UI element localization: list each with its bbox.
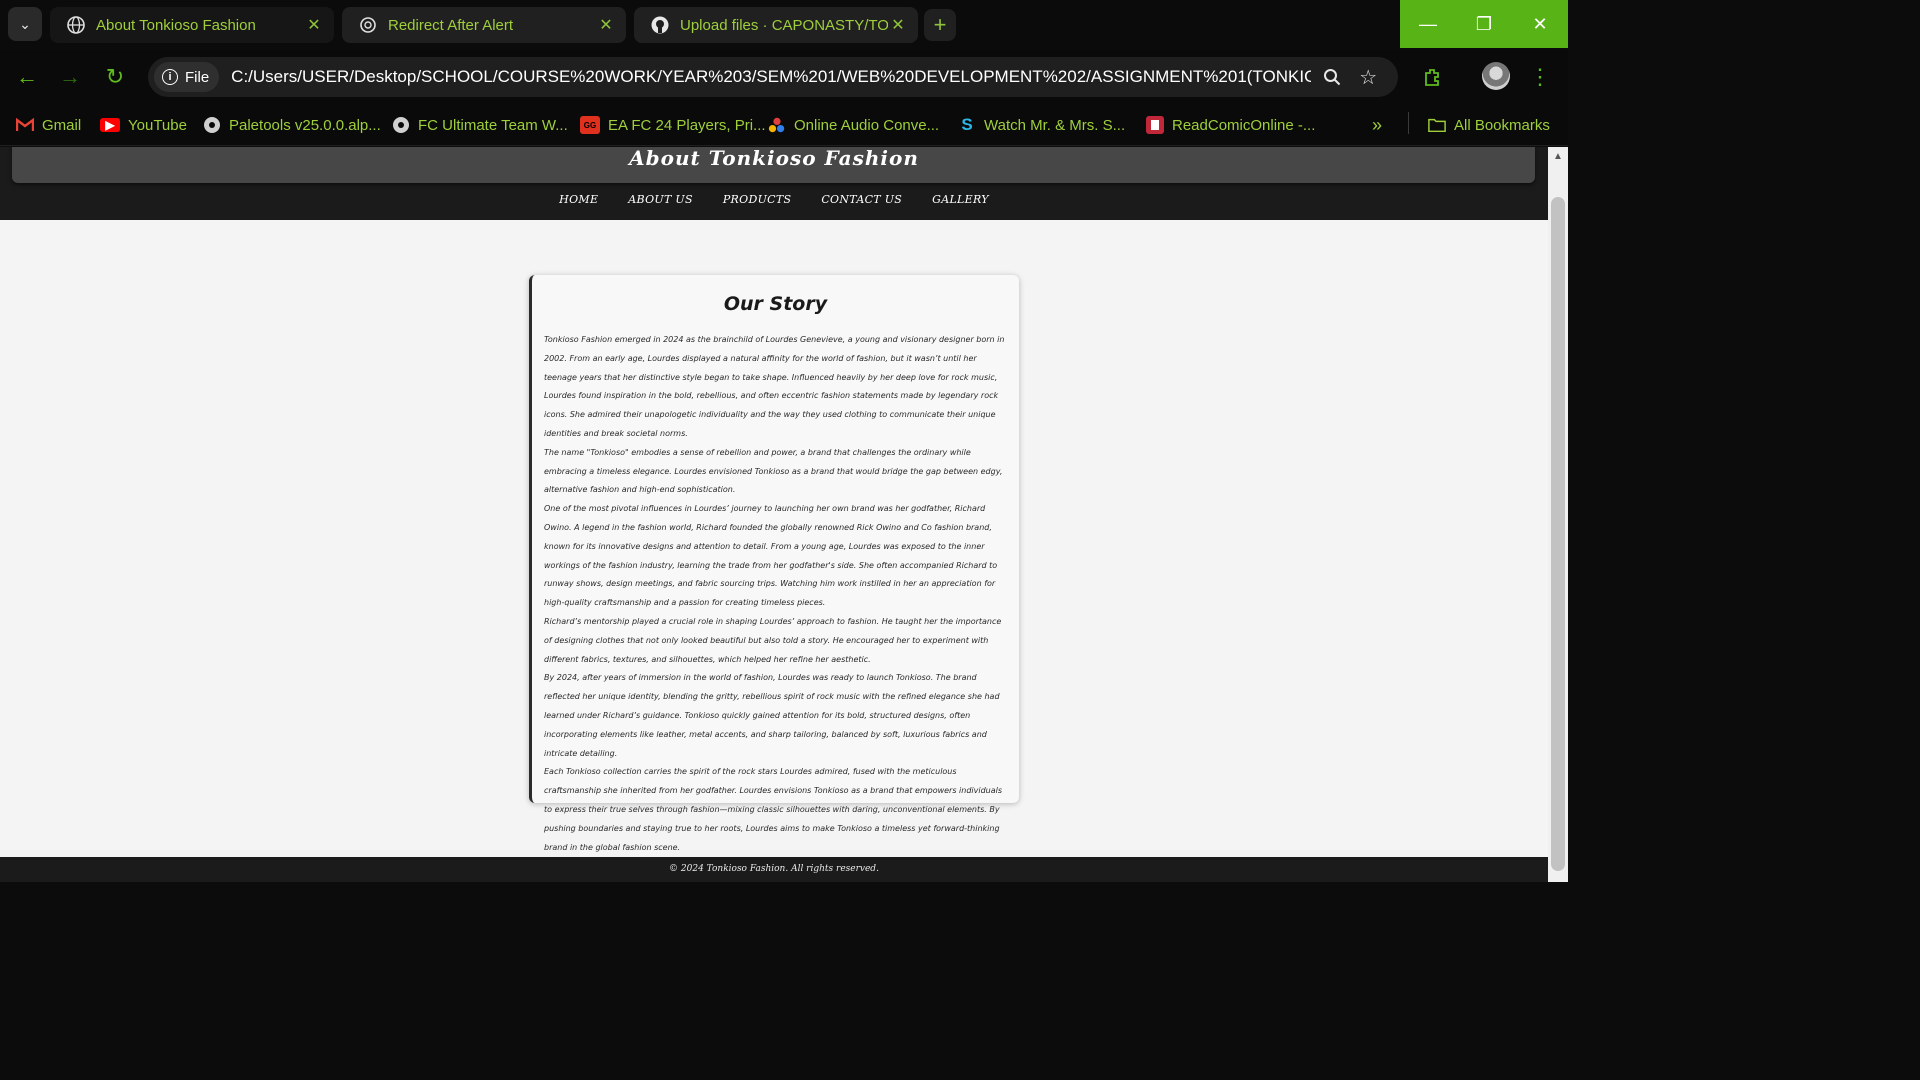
close-icon[interactable]: ✕ [888,15,908,35]
story-paragraph: Richard’s mentorship played a crucial ro… [544,616,1002,664]
bookmark-label: FC Ultimate Team W... [418,116,568,134]
scheme-label: File [185,68,210,86]
close-icon: ✕ [1532,13,1548,34]
bookmark-paletools[interactable]: Paletools v25.0.0.alp... [203,112,381,138]
site-info-chip[interactable]: i File [154,62,220,92]
story-paragraph: By 2024, after years of immersion in the… [544,673,1000,758]
bookmark-online-audio-converter[interactable]: Online Audio Conve... [768,112,939,138]
bookmark-gmail[interactable]: Gmail [16,112,81,138]
site-nav: HOME ABOUT US PRODUCTS CONTACT US GALLER… [0,193,1548,206]
scroll-thumb[interactable] [1551,197,1565,871]
menu-kebab-icon[interactable]: ⋮ [1528,62,1552,92]
bookmark-watch-mr-mrs[interactable]: S Watch Mr. & Mrs. S... [958,112,1125,138]
bookmarks-bar: Gmail ▶ YouTube Paletools v25.0.0.alp...… [0,104,1568,146]
bookmark-star-icon[interactable]: ☆ [1353,62,1383,92]
close-icon[interactable]: ✕ [304,15,324,35]
page-viewport: About Tonkioso Fashion HOME ABOUT US PRO… [0,147,1548,882]
bookmark-label: Paletools v25.0.0.alp... [229,116,381,134]
reload-icon: ↻ [105,64,125,89]
bookmark-label: YouTube [128,116,187,134]
bookmark-youtube[interactable]: ▶ YouTube [100,112,187,138]
back-button[interactable]: ← [12,62,42,92]
page-scrollbar[interactable]: ▲ [1548,147,1568,882]
all-bookmarks-button[interactable]: All Bookmarks [1428,112,1550,138]
tab-title: Upload files · CAPONASTY/TON [680,16,888,34]
minimize-button[interactable]: — [1400,0,1456,48]
tab-about-tonkioso[interactable]: About Tonkioso Fashion ✕ [50,7,334,43]
site-footer: © 2024 Tonkioso Fashion. All rights rese… [0,857,1548,882]
story-card: Our Story Tonkioso Fashion emerged in 20… [529,275,1019,852]
info-icon: i [162,69,178,85]
address-bar[interactable]: i File C:/Users/USER/Desktop/SCHOOL/COUR… [148,57,1398,97]
gmail-icon [16,116,34,134]
restore-icon: ❐ [1475,13,1493,34]
url-text[interactable]: C:/Users/USER/Desktop/SCHOOL/COURSE%20WO… [231,67,1311,87]
zoom-icon[interactable] [1317,62,1347,92]
globe-icon [66,15,86,35]
arrow-right-icon: → [59,64,81,89]
globe-icon [203,116,221,134]
tab-title: About Tonkioso Fashion [96,16,256,34]
new-tab-button[interactable]: + [924,9,956,41]
reload-button[interactable]: ↻ [100,62,130,92]
bookmark-readcomiconline[interactable]: ReadComicOnline -... [1146,112,1315,138]
nav-about-link[interactable]: ABOUT US [628,193,693,206]
tab-upload-files[interactable]: Upload files · CAPONASTY/TON ✕ [634,7,918,43]
bookmark-label: Gmail [42,116,82,134]
profile-avatar[interactable] [1482,62,1510,90]
chevron-down-icon: ⌄ [19,15,31,32]
nav-contact-link[interactable]: CONTACT US [821,193,902,206]
plus-icon: + [933,12,947,37]
tab-redirect-after-alert[interactable]: Redirect After Alert ✕ [342,7,626,43]
bookmark-label: EA FC 24 Players, Pri... [608,116,766,134]
minimize-icon: — [1419,13,1437,34]
scroll-up-arrow-icon[interactable]: ▲ [1552,151,1564,163]
arrow-left-icon: ← [16,64,38,89]
tab-title: Redirect After Alert [388,16,514,34]
s-logo-icon: S [961,115,973,134]
tab-search-button[interactable]: ⌄ [8,7,42,41]
site-header: About Tonkioso Fashion HOME ABOUT US PRO… [0,147,1548,220]
folder-icon [1428,116,1446,134]
globe-icon [392,116,410,134]
browser-toolbar: ← → ↻ i File C:/Users/USER/Desktop/SCHOO… [0,50,1568,104]
chatgpt-icon [358,15,378,35]
nav-gallery-link[interactable]: GALLERY [932,193,989,206]
bookmark-ea-fc-24[interactable]: GG EA FC 24 Players, Pri... [580,112,766,138]
bookmark-label: Online Audio Conve... [794,116,940,134]
audio-converter-icon [768,116,786,134]
youtube-icon: ▶ [100,118,120,132]
story-paragraph: The name "Tonkioso" embodies a sense of … [544,447,1003,495]
close-icon[interactable]: ✕ [596,15,616,35]
bookmark-fc-ultimate-team[interactable]: FC Ultimate Team W... [392,112,568,138]
story-paragraph: Each Tonkioso collection carries the spi… [544,767,1003,852]
nav-products-link[interactable]: PRODUCTS [723,193,791,206]
forward-button[interactable]: → [55,62,85,92]
all-bookmarks-label: All Bookmarks [1454,116,1550,134]
bookmark-label: Watch Mr. & Mrs. S... [984,116,1126,134]
tab-strip: ⌄ About Tonkioso Fashion ✕ Redirect Afte… [0,0,1568,50]
bookmarks-overflow-chevron-icon[interactable]: » [1372,112,1382,138]
bookmarks-divider [1408,112,1409,134]
story-heading: Our Story [723,293,828,315]
story-paragraph: Tonkioso Fashion emerged in 2024 as the … [544,335,1005,438]
nav-home-link[interactable]: HOME [559,193,598,206]
bookmark-label: ReadComicOnline -... [1172,116,1316,134]
close-window-button[interactable]: ✕ [1512,0,1568,48]
restore-button[interactable]: ❐ [1456,0,1512,48]
futgg-icon: GG [580,116,600,134]
comic-icon [1146,116,1164,134]
story-paragraph: One of the most pivotal influences in Lo… [544,504,998,608]
extensions-icon[interactable] [1418,62,1448,92]
github-icon [650,15,670,35]
page-title: About Tonkioso Fashion [629,147,919,170]
